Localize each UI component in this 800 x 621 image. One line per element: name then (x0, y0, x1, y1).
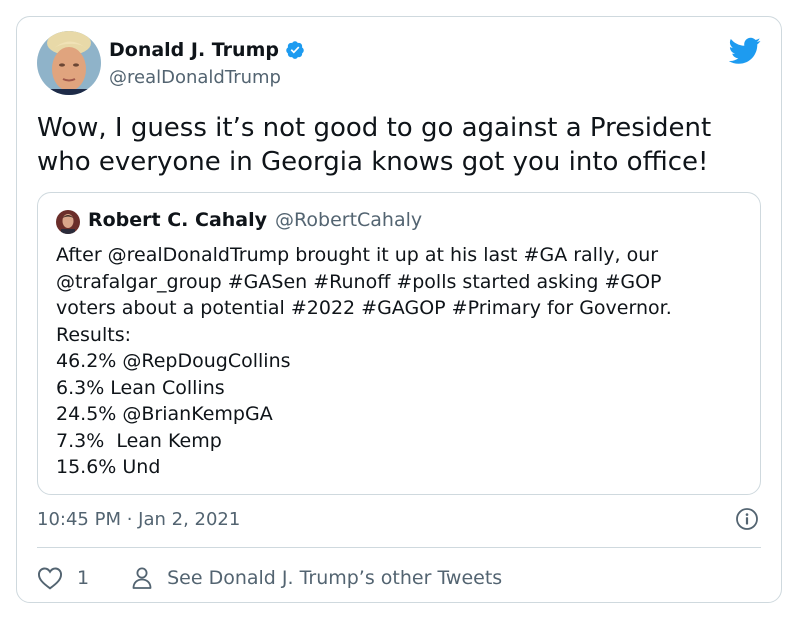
verified-badge-icon (285, 40, 305, 60)
tweet-card[interactable]: Donald J. Trump @realDonaldTrump Wow, I … (16, 16, 782, 603)
heart-icon (37, 567, 63, 590)
quoted-line: @trafalgar_group #GASen #Runoff #polls s… (56, 270, 662, 293)
quoted-line: 6.3% Lean Collins (56, 376, 225, 399)
quoted-line: 15.6% Und (56, 456, 161, 478)
quoted-author-name[interactable]: Robert C. Cahaly (88, 209, 267, 231)
quoted-author-avatar[interactable] (56, 210, 80, 234)
quoted-author-handle[interactable]: @RobertCahaly (275, 209, 422, 231)
quoted-line: 24.5% @BrianKempGA (56, 403, 273, 425)
tweet-actions: 1 See Donald J. Trump’s other Tweets (37, 565, 502, 591)
quoted-tweet[interactable]: Robert C. Cahaly @RobertCahaly After @re… (37, 192, 761, 495)
tweet-timestamp[interactable]: 10:45 PM · Jan 2, 2021 (37, 509, 240, 530)
see-other-tweets-label[interactable]: See Donald J. Trump’s other Tweets (167, 567, 502, 589)
person-icon (132, 567, 152, 589)
author-avatar[interactable] (37, 31, 101, 95)
quoted-line: 7.3% Lean Kemp (56, 429, 222, 452)
author-name[interactable]: Donald J. Trump (109, 39, 279, 61)
divider (37, 547, 761, 548)
quoted-line: voters about a potential #2022 #GAGOP #P… (56, 297, 672, 319)
quoted-line: 46.2% @RepDougCollins (56, 350, 291, 372)
info-icon[interactable] (735, 507, 759, 531)
quoted-tweet-text: After @realDonaldTrump brought it up at … (56, 242, 746, 481)
like-button[interactable]: 1 (37, 566, 89, 590)
like-count: 1 (77, 567, 90, 589)
tweet-text: Wow, I guess it’s not good to go against… (37, 113, 712, 177)
author-name-row[interactable]: Donald J. Trump (109, 39, 305, 61)
quoted-line: Results: (56, 323, 132, 346)
quoted-line: After @realDonaldTrump brought it up at … (56, 244, 659, 266)
quoted-author-row: Robert C. Cahaly @RobertCahaly (88, 209, 422, 231)
see-other-tweets-link[interactable]: See Donald J. Trump’s other Tweets (131, 566, 502, 590)
author-handle[interactable]: @realDonaldTrump (109, 67, 281, 88)
twitter-bird-icon[interactable] (728, 37, 761, 65)
